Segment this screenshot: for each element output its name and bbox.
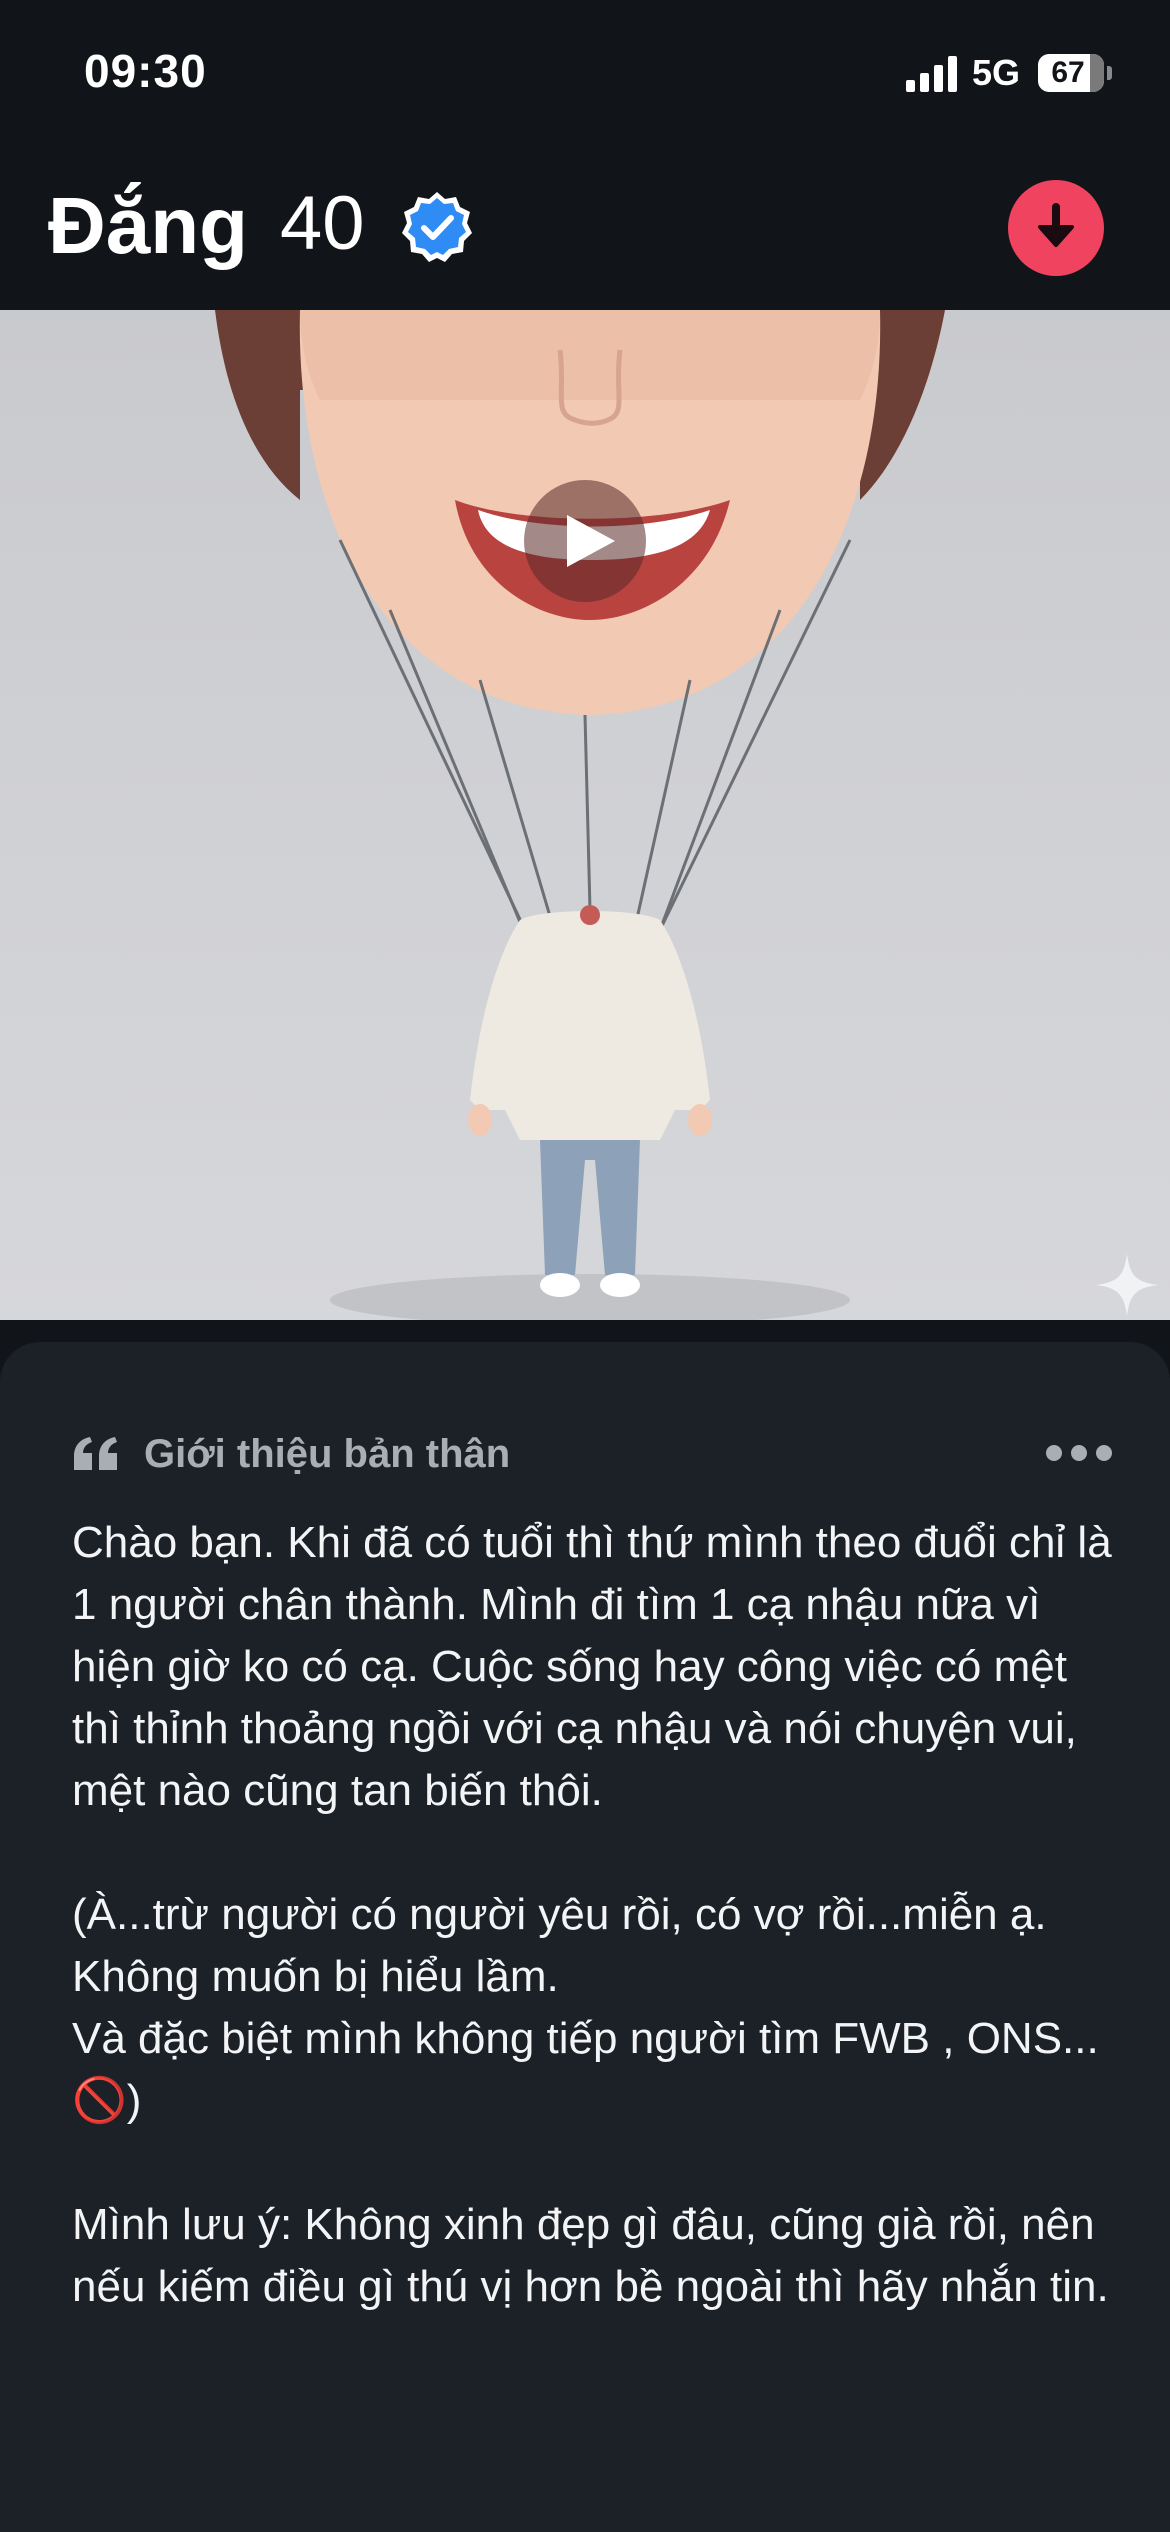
verified-badge-icon <box>402 192 472 262</box>
more-dot <box>1096 1445 1112 1461</box>
play-button[interactable] <box>524 480 646 602</box>
bio-text: Chào bạn. Khi đã có tuổi thì thứ mình th… <box>72 1518 1112 2311</box>
signal-icon <box>906 56 957 92</box>
more-dot <box>1071 1445 1087 1461</box>
status-bar: 09:30 5G 67 <box>0 0 1170 150</box>
bio-title: Giới thiệu bản thân <box>144 1432 511 1476</box>
profile-age: 40 <box>280 181 365 266</box>
more-options-button[interactable] <box>1046 1438 1112 1468</box>
profile-header: Đắng 40 <box>0 150 1170 310</box>
profile-photo[interactable] <box>0 310 1170 1320</box>
battery-level: 67 <box>1051 56 1085 89</box>
network-label: 5G <box>972 52 1021 93</box>
battery-icon: 67 <box>1038 54 1112 92</box>
more-dot <box>1046 1445 1062 1461</box>
download-arrow-icon <box>1038 203 1074 247</box>
bio-card: Giới thiệu bản thân Chào bạn. Khi đã có … <box>0 1342 1170 2532</box>
play-icon <box>567 515 615 567</box>
profile-screen: 09:30 5G 67 Đắng 40 Giới thiệu bản thân … <box>0 0 1170 2532</box>
sparkle-icon <box>1096 1254 1158 1316</box>
quote-icon <box>74 1437 117 1470</box>
download-button[interactable] <box>1008 180 1104 276</box>
profile-name: Đắng <box>48 181 248 270</box>
photo-illustration <box>215 310 945 1320</box>
status-time: 09:30 <box>84 45 207 97</box>
bio-header: Giới thiệu bản thân <box>72 1424 1112 1484</box>
